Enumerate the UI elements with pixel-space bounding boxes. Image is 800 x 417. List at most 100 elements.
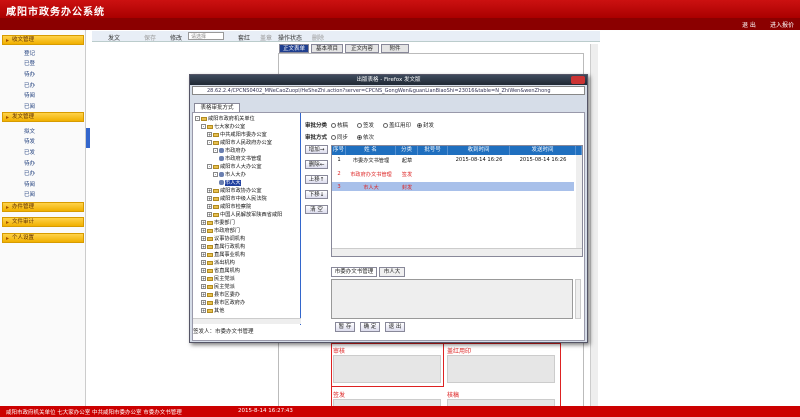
expand-icon[interactable]: +	[201, 260, 206, 265]
tree-node[interactable]: 市人大	[219, 179, 241, 186]
tree-node[interactable]: + 咸阳市政协办公室	[207, 187, 262, 194]
tab-form[interactable]: 正文表单	[279, 44, 309, 53]
close-icon[interactable]	[571, 76, 585, 84]
tree-node[interactable]: + 市政府部门	[201, 227, 240, 234]
send-button[interactable]: 发文	[108, 33, 120, 42]
tree-node[interactable]: - 市政府办	[213, 147, 246, 154]
add-button[interactable]: 增加→	[305, 145, 328, 154]
sidebar-item[interactable]: 待阅	[24, 91, 35, 99]
expand-icon[interactable]: +	[201, 308, 206, 313]
menu-outgoing[interactable]: 发文管理	[2, 112, 84, 122]
delete-button[interactable]: 删除	[312, 33, 324, 42]
expand-icon[interactable]: +	[201, 284, 206, 289]
enter-link[interactable]: 进入报价	[770, 20, 794, 29]
tab-basic[interactable]: 基本项目	[311, 44, 343, 53]
menu-settings[interactable]: 个人设置	[2, 233, 84, 243]
expand-icon[interactable]: +	[201, 276, 206, 281]
tree-node[interactable]: + 派出机构	[201, 259, 235, 266]
expand-icon[interactable]: +	[201, 228, 206, 233]
sidebar-item[interactable]: 已发	[24, 148, 35, 156]
sidebar-item[interactable]: 已阅	[24, 102, 35, 110]
save-button[interactable]: 保存	[144, 33, 156, 42]
tree-node[interactable]: + 议事协调机构	[201, 235, 245, 242]
sidebar-item[interactable]: 待办	[24, 70, 35, 78]
tree-node[interactable]: + 县市区委办	[201, 291, 240, 298]
tree-scrollbar[interactable]	[193, 318, 301, 324]
expand-icon[interactable]: +	[207, 132, 212, 137]
tree-node[interactable]: + 民主党派	[201, 283, 235, 290]
clear-button[interactable]: 清 空	[305, 205, 328, 214]
tree-node[interactable]: + 民主党派	[201, 275, 235, 282]
expand-icon[interactable]: -	[207, 164, 212, 169]
expand-icon[interactable]: +	[201, 292, 206, 297]
modify-button[interactable]: 修改	[170, 33, 182, 42]
tab-attach[interactable]: 附件	[381, 44, 409, 53]
expand-icon[interactable]: +	[201, 300, 206, 305]
seal-field[interactable]	[447, 355, 555, 383]
log-button[interactable]: 操作状态	[278, 33, 302, 42]
type-select[interactable]: 请选择	[188, 32, 224, 40]
tree-node[interactable]: + 省直属机构	[201, 267, 240, 274]
sidebar-item[interactable]: 已办	[24, 81, 35, 89]
grid-vscrollbar[interactable]	[576, 155, 582, 248]
expand-icon[interactable]: -	[195, 116, 200, 121]
tree-node[interactable]: + 直属事业机构	[201, 251, 245, 258]
menu-audit[interactable]: 文件审计	[2, 217, 84, 227]
expand-icon[interactable]: +	[207, 196, 212, 201]
expand-icon[interactable]: -	[213, 148, 218, 153]
move-down-button[interactable]: 下移↓	[305, 190, 328, 199]
opinion-textarea[interactable]	[331, 279, 573, 319]
grid-hscrollbar[interactable]	[332, 248, 582, 256]
radio-sync[interactable]: 同步	[331, 133, 348, 141]
expand-icon[interactable]: +	[207, 212, 212, 217]
save-draft-button[interactable]: 暂 存	[335, 322, 355, 332]
remove-button[interactable]: 删除←	[305, 160, 328, 169]
opinion-scrollbar[interactable]	[575, 279, 581, 319]
tree-node[interactable]: - 咸阳市人民政府办公室	[207, 139, 272, 146]
tree-node[interactable]: - 咸阳市政府机关单位	[195, 115, 255, 122]
radio-sequential[interactable]: 依次	[357, 133, 374, 141]
radio-review[interactable]: 核稿	[331, 121, 348, 129]
main-scrollbar[interactable]	[590, 44, 598, 406]
tree-node[interactable]: - 市人大办	[213, 171, 246, 178]
expand-icon[interactable]: +	[201, 268, 206, 273]
sidebar-item[interactable]: 待发	[24, 137, 35, 145]
tree-node[interactable]: + 咸阳市中级人民法院	[207, 195, 267, 202]
sidebar-item[interactable]: 待阅	[24, 180, 35, 188]
red-head-button[interactable]: 套红	[238, 33, 250, 42]
opinion-tab-1[interactable]: 市委办文书管理	[331, 267, 377, 277]
opinion-tab-2[interactable]: 市人大	[379, 267, 405, 277]
menu-cases[interactable]: 办件管理	[2, 202, 84, 212]
tab-approval-mode[interactable]: 表格审批方式	[194, 103, 240, 112]
exit-button[interactable]: 退 出	[385, 322, 405, 332]
expand-icon[interactable]: -	[213, 172, 218, 177]
sidebar-collapse-handle[interactable]	[86, 128, 90, 148]
tree-node[interactable]: + 县市区政府办	[201, 299, 245, 306]
confirm-button[interactable]: 确 定	[360, 322, 380, 332]
tree-node[interactable]: + 直属行政机构	[201, 243, 245, 250]
sidebar-item[interactable]: 已登	[24, 59, 35, 67]
expand-icon[interactable]: +	[207, 188, 212, 193]
tree-node[interactable]: + 其他	[201, 307, 224, 314]
expand-icon[interactable]: -	[207, 140, 212, 145]
expand-icon[interactable]: +	[201, 244, 206, 249]
expand-icon[interactable]: +	[201, 236, 206, 241]
sidebar-item[interactable]: 登记	[24, 49, 35, 57]
expand-icon[interactable]: -	[201, 124, 206, 129]
tree-node[interactable]: + 咸阳市检察院	[207, 203, 251, 210]
move-up-button[interactable]: 上移↑	[305, 175, 328, 184]
tree-node[interactable]: + 中共咸阳市委办公室	[207, 131, 267, 138]
expand-icon[interactable]: +	[201, 252, 206, 257]
radio-issue[interactable]: 封发	[417, 121, 434, 129]
tree-node[interactable]: + 市委部门	[201, 219, 235, 226]
logout-link[interactable]: 退 出	[742, 20, 756, 29]
tab-content[interactable]: 正文内容	[345, 44, 379, 53]
sidebar-item[interactable]: 待办	[24, 159, 35, 167]
radio-seal[interactable]: 盖红用印	[383, 121, 411, 129]
sidebar-item[interactable]: 已阅	[24, 190, 35, 198]
tree-node[interactable]: - 咸阳市人大办公室	[207, 163, 262, 170]
sidebar-item[interactable]: 已办	[24, 169, 35, 177]
radio-sign[interactable]: 签发	[357, 121, 374, 129]
audit-field[interactable]	[333, 355, 441, 383]
expand-icon[interactable]: +	[201, 220, 206, 225]
